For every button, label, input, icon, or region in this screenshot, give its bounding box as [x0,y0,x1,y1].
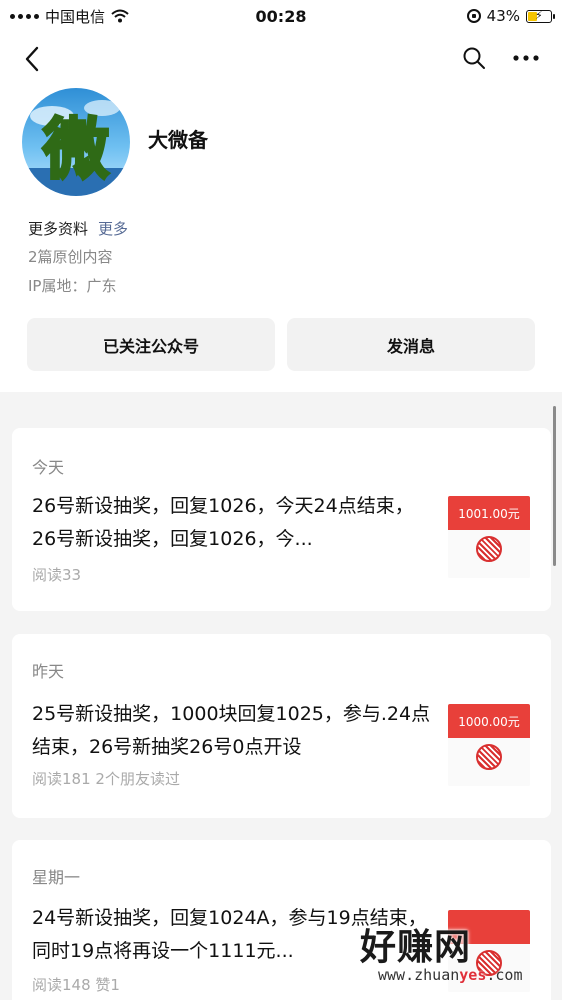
status-right: 43% ⚡ [352,7,555,25]
account-name: 大微备 [148,128,208,152]
avatar-image: 微 [22,100,130,196]
avatar-glyph: 微 [42,111,109,188]
original-content-count: 2篇原创内容 [28,248,113,266]
article-date: 今天 [32,458,65,477]
watermark-url-prefix: www.zhuan [378,966,460,984]
status-bar: 中国电信 00:28 43% ⚡ [0,0,562,32]
article-title[interactable]: 25号新设抽奖，1000块回复1025，参与.24点结束，26号新抽奖26号0点… [32,698,437,764]
more-info-row: 更多资料 更多 [28,218,128,239]
followed-account-button[interactable]: 已关注公众号 [27,318,275,371]
article-thumbnail[interactable]: 1000.00元 [448,704,530,786]
send-message-button[interactable]: 发消息 [287,318,535,371]
article-thumbnail[interactable]: 1001.00元 [448,496,530,578]
thumbnail-body [448,738,530,786]
carrier-label: 中国电信 [45,7,106,26]
article-meta: 阅读33 [32,566,82,584]
more-info-label: 更多资料 [28,220,89,238]
battery-percent: 43% [486,7,520,25]
chevron-left-icon[interactable] [20,44,46,74]
watermark-title: 好赚网 [360,927,472,968]
watermark-url: www.zhuanyes.com [378,966,523,984]
more-info-link[interactable]: 更多 [98,220,128,238]
article-meta: 阅读148 赞1 [32,976,120,994]
thumbnail-amount: 1000.00元 [448,704,530,739]
article-date: 昨天 [32,662,65,681]
signal-icon [10,13,39,19]
article-card[interactable]: 昨天 25号新设抽奖，1000块回复1025，参与.24点结束，26号新抽奖26… [12,634,551,818]
article-title[interactable]: 26号新设抽奖，回复1026，今天24点结束，26号新设抽奖，回复1026，今.… [32,490,437,556]
article-meta: 阅读181 2个朋友读过 [32,770,180,788]
watermark: 好赚网 www.zhuanyes.com [352,918,562,1000]
battery-icon: ⚡ [526,8,555,23]
article-card[interactable]: 今天 26号新设抽奖，回复1026，今天24点结束，26号新设抽奖，回复1026… [12,428,551,611]
watermark-url-highlight: yes [459,966,487,984]
ip-location: IP属地：广东 [28,277,117,295]
status-time: 00:28 [255,6,307,26]
avatar[interactable]: 微 [22,88,130,196]
article-date: 星期一 [32,868,81,887]
thumbnail-amount: 1001.00元 [448,496,530,531]
rotation-lock-icon [466,9,481,23]
search-icon[interactable] [462,46,486,70]
thumbnail-body [448,530,530,578]
charging-icon: ⚡ [535,8,543,22]
status-left: 中国电信 [10,6,210,27]
qr-code-icon [476,536,502,563]
more-horizontal-icon[interactable] [512,46,540,70]
scrollbar[interactable] [553,406,556,566]
top-nav [0,38,562,78]
qr-code-icon [476,744,502,771]
wifi-icon [111,9,129,23]
watermark-url-suffix: .com [486,966,523,984]
